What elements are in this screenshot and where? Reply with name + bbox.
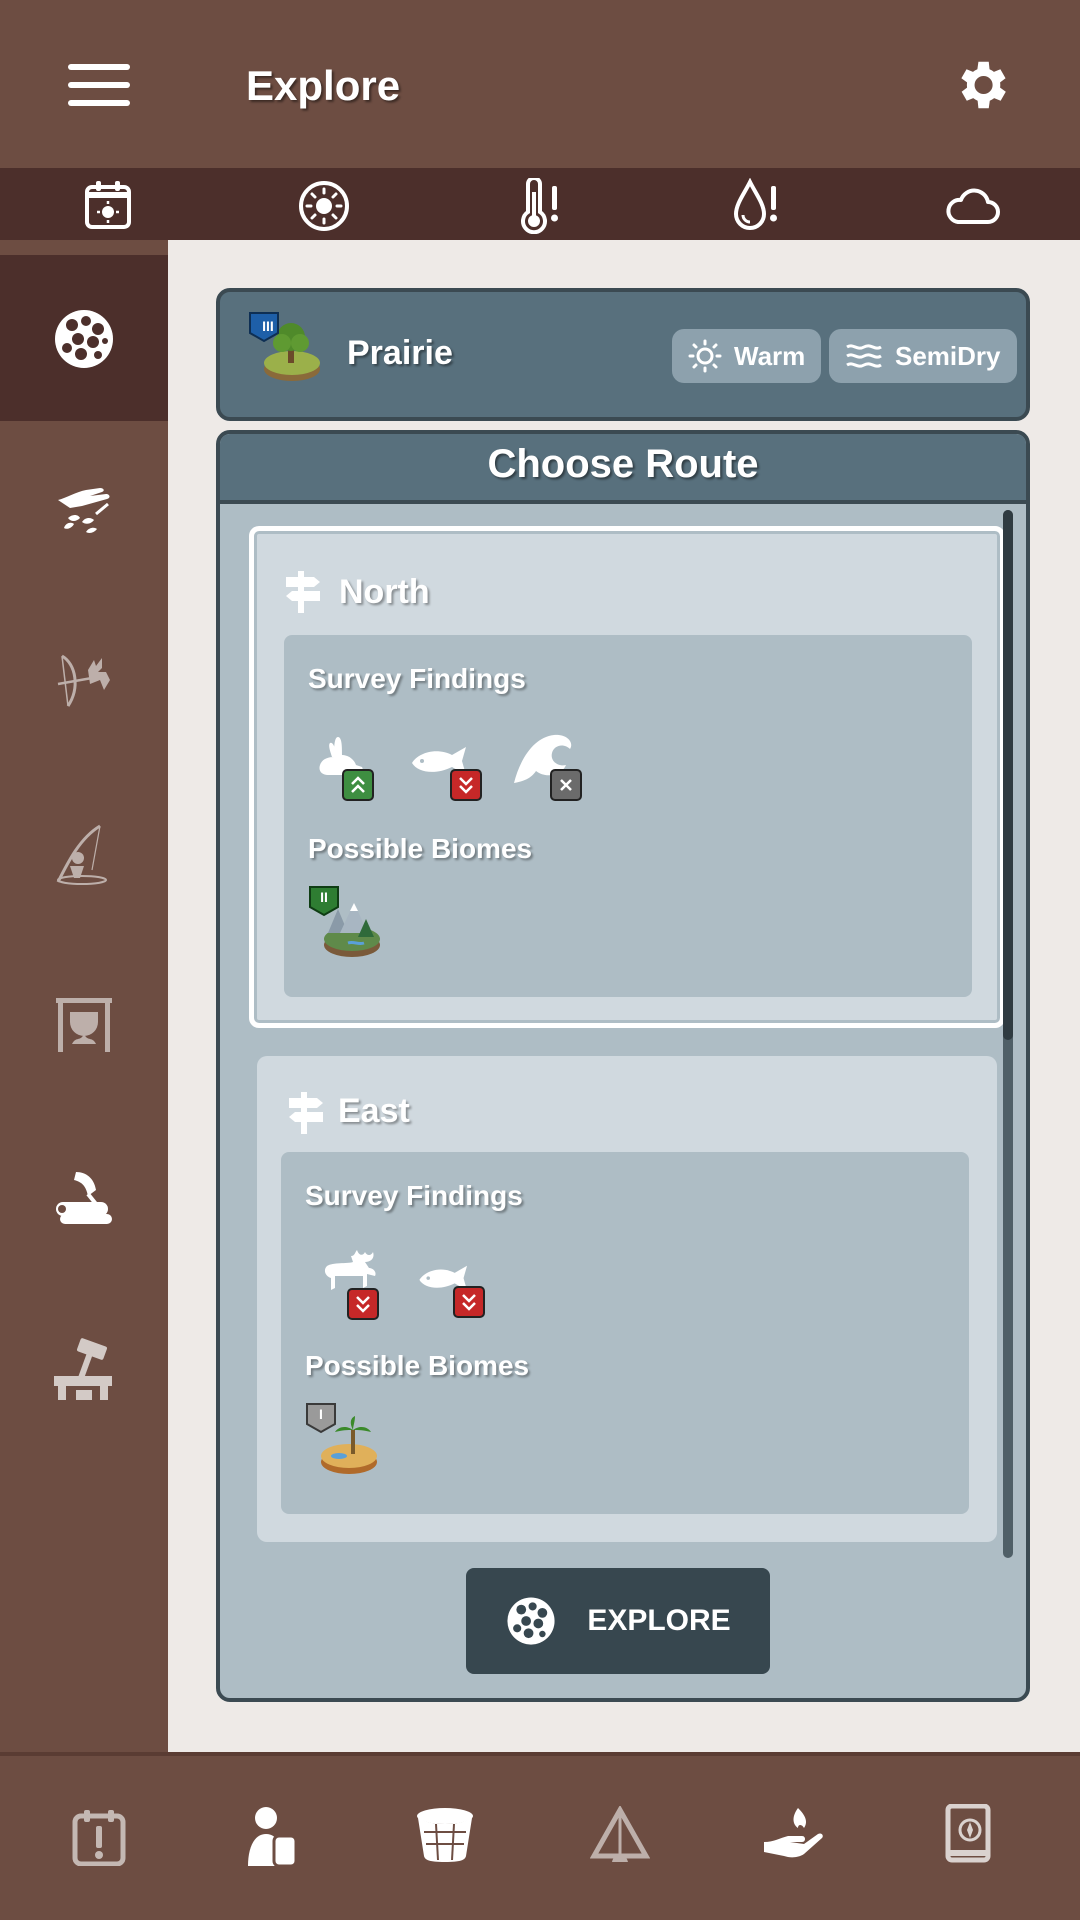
humidity-label: SemiDry [895,340,1001,371]
fishing-icon[interactable] [52,822,112,886]
possible-biomes-label: Possible Biomes [305,1350,530,1381]
journal-book-icon[interactable] [944,1804,992,1864]
explore-globe-icon[interactable] [52,307,116,371]
finding-moose [317,1248,381,1320]
temperature-chip[interactable]: Warm [672,329,822,383]
biome-tier-label: I [319,1406,323,1422]
trend-down-badge [450,769,482,801]
hunt-bow-icon[interactable] [52,648,116,712]
finding-fish [417,1264,485,1318]
trend-down-badge [453,1286,485,1318]
possible-biomes-label: Possible Biomes [308,833,533,864]
biome-forest-tier-2: II [308,885,384,966]
explore-button[interactable]: EXPLORE [466,1568,770,1674]
biome-desert-tier-1: I [305,1402,381,1483]
sun-outline-icon [688,339,722,373]
humidity-chip[interactable]: SemiDry [829,329,1017,383]
thermometer-alert-icon[interactable] [518,178,562,234]
crafting-hammer-icon[interactable] [52,1338,116,1402]
trend-none-badge [550,769,582,801]
temperature-label: Warm [734,340,806,371]
survey-findings-label: Survey Findings [305,1180,523,1211]
explore-button-label: EXPLORE [587,1604,731,1637]
woodcutting-icon[interactable] [52,1168,116,1226]
calendar-sun-icon[interactable] [84,180,132,230]
page-title: Explore [246,62,401,109]
signpost-icon [287,1092,325,1134]
route-card-east[interactable]: East Survey Findings Possible Biomes I [257,1056,997,1542]
quest-alert-icon[interactable] [72,1808,126,1866]
route-panel-title: Choose Route [487,442,759,486]
cooking-pot-icon[interactable] [52,996,116,1052]
route-card-north[interactable]: North Survey Findings Possible Biomes II [249,526,1005,1028]
trend-up-badge [342,769,374,801]
finding-rabbit [314,735,374,801]
waves-icon [846,344,882,368]
sun-icon[interactable] [298,180,350,232]
forage-hand-icon[interactable] [52,478,116,540]
route-details: Survey Findings Possible Biomes I [281,1152,969,1514]
signpost-icon [284,571,322,613]
route-name: East [338,1092,410,1130]
choose-route-panel: Choose Route North Survey Findings Possi… [216,430,1030,1702]
top-app-bar [0,0,1080,168]
basket-icon[interactable] [414,1806,476,1862]
humidity-alert-icon[interactable] [732,178,780,234]
biome-tier-label: II [320,889,328,905]
finding-fish [410,745,482,801]
gear-icon[interactable] [950,54,1012,116]
trend-down-badge [347,1288,379,1320]
menu-icon[interactable] [68,64,130,106]
route-details: Survey Findings Possible Biomes II [284,635,972,997]
finding-wave [512,731,582,801]
biome-name: Prairie [347,334,453,372]
cloud-icon[interactable] [944,184,1000,226]
biome-tier-label: III [262,318,274,334]
fire-hand-icon[interactable] [762,1806,824,1862]
survivor-backpack-icon[interactable] [244,1804,298,1866]
route-name: North [339,573,430,611]
bottom-nav-bar [0,1752,1080,1920]
route-list-scrollbar-thumb[interactable] [1003,510,1013,1040]
survey-findings-label: Survey Findings [308,663,526,694]
explore-globe-icon [507,1597,555,1645]
camp-tent-icon[interactable] [590,1806,650,1864]
